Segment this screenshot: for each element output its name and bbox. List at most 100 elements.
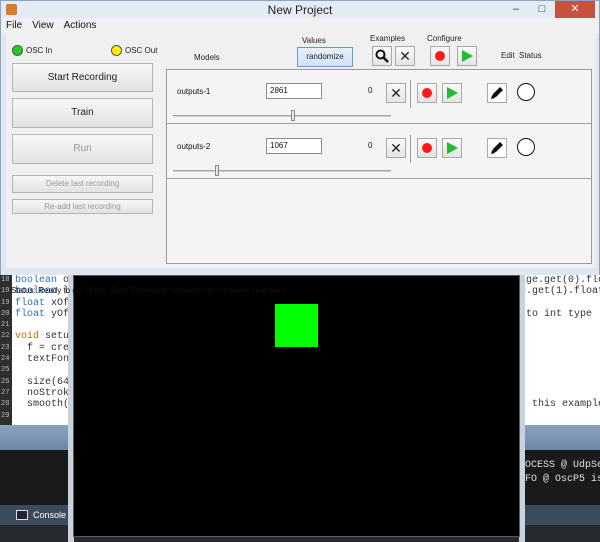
- record-model-button[interactable]: [417, 138, 437, 158]
- tab-console[interactable]: Console: [12, 507, 72, 523]
- code-line: e.get(1).floatV: [520, 286, 600, 298]
- readd-last-recording-button[interactable]: Re-add last recording: [12, 199, 153, 214]
- status-header: Status: [519, 51, 542, 60]
- close-icon: ✕: [399, 48, 411, 64]
- line-number: 29: [1, 411, 10, 420]
- row-divider: [410, 135, 411, 163]
- line-number-gutter: 18 19 19 20 21 22 23 24 25 26 27 28 29: [0, 275, 12, 425]
- model-value-field[interactable]: 2861: [266, 83, 322, 99]
- line-number: 27: [1, 388, 10, 397]
- model-example-count: 0: [368, 86, 373, 95]
- code-line: age.get(0).float: [520, 275, 600, 286]
- model-row: outputs-2 1067 0 ✕: [167, 125, 591, 179]
- model-value-slider-thumb[interactable]: [290, 110, 295, 121]
- record-icon: [422, 143, 432, 153]
- values-header: Values: [302, 36, 326, 45]
- line-number: 25: [1, 366, 10, 375]
- line-number: 26: [1, 377, 10, 386]
- close-button[interactable]: ✕: [555, 1, 595, 18]
- models-list: outputs-1 2861 0 ✕ outputs-2 1067 0 ✕: [166, 69, 592, 264]
- model-value-slider-thumb[interactable]: [214, 165, 219, 176]
- osc-in-indicator: OSC In: [12, 45, 52, 56]
- model-name: outputs-1: [177, 87, 211, 96]
- examples-header: Examples: [370, 34, 406, 43]
- menu-view[interactable]: View: [27, 18, 59, 33]
- close-icon: ✕: [390, 85, 402, 101]
- model-name: outputs-2: [177, 142, 211, 151]
- menu-file[interactable]: File: [1, 18, 27, 33]
- start-recording-button[interactable]: Start Recording: [12, 63, 153, 92]
- osc-out-label: OSC Out: [125, 46, 158, 55]
- osc-in-light-icon: [12, 45, 23, 56]
- delete-last-recording-button[interactable]: Delete last recording: [12, 175, 153, 193]
- edit-header: Edit: [501, 51, 515, 60]
- osc-in-label: OSC In: [26, 46, 53, 55]
- delete-model-examples-button[interactable]: ✕: [386, 138, 406, 158]
- code-line: r this example: [520, 399, 600, 411]
- green-square[interactable]: [275, 304, 318, 347]
- configure-header: Configure: [427, 34, 462, 43]
- line-number: 28: [1, 400, 10, 409]
- line-number: 20: [1, 309, 10, 318]
- minimize-button[interactable]: –: [503, 1, 529, 18]
- code-right-column: age.get(0).floate.get(1).floatV to int t…: [520, 275, 600, 411]
- console-line: OCESS @ UdpServe: [525, 460, 600, 471]
- delete-model-examples-button[interactable]: ✕: [386, 83, 406, 103]
- line-number: 21: [1, 321, 10, 330]
- window-bottom-border: [1, 268, 599, 275]
- model-value-slider[interactable]: [173, 115, 391, 117]
- record-icon: [435, 51, 445, 61]
- wekinator-window: New Project – □ ✕ File View Actions OSC …: [0, 0, 600, 295]
- play-icon: [446, 142, 458, 154]
- osc-out-light-icon: [111, 45, 122, 56]
- model-row: outputs-1 2861 0 ✕: [167, 70, 591, 124]
- search-icon: [375, 49, 389, 63]
- record-icon: [422, 88, 432, 98]
- line-number: 23: [1, 343, 10, 352]
- line-number: 24: [1, 355, 10, 364]
- pencil-icon: [491, 142, 503, 154]
- model-status-indicator: [517, 83, 535, 101]
- edit-model-button[interactable]: [487, 83, 507, 103]
- play-all-button[interactable]: [457, 46, 477, 66]
- line-number: 19: [1, 298, 10, 307]
- play-model-button[interactable]: [442, 138, 462, 158]
- play-icon: [461, 50, 473, 62]
- search-examples-button[interactable]: [372, 46, 392, 66]
- edit-model-button[interactable]: [487, 138, 507, 158]
- pencil-icon: [491, 87, 503, 99]
- main-panel: OSC In OSC Out Start Recording Train Run…: [6, 33, 596, 295]
- record-all-button[interactable]: [430, 46, 450, 66]
- close-icon: ✕: [390, 140, 402, 156]
- row-divider: [410, 80, 411, 108]
- console-icon: [16, 510, 28, 520]
- model-status-indicator: [517, 138, 535, 156]
- train-button[interactable]: Train: [12, 98, 153, 128]
- status-message: Status: Ready to go! Press "Start Record…: [11, 286, 288, 295]
- maximize-button[interactable]: □: [529, 1, 555, 18]
- title-bar[interactable]: New Project – □ ✕: [1, 1, 599, 18]
- line-number: 22: [1, 332, 10, 341]
- models-header: Models: [194, 53, 220, 62]
- model-example-count: 0: [368, 141, 373, 150]
- menu-actions[interactable]: Actions: [59, 18, 102, 33]
- record-model-button[interactable]: [417, 83, 437, 103]
- console-line: FO @ OscP5 is ru: [525, 474, 600, 485]
- model-value-slider[interactable]: [173, 170, 391, 172]
- osc-out-indicator: OSC Out: [111, 45, 157, 56]
- model-value-field[interactable]: 1067: [266, 138, 322, 154]
- randomize-button[interactable]: randomize: [297, 47, 353, 67]
- play-model-button[interactable]: [442, 83, 462, 103]
- run-button[interactable]: Run: [12, 134, 153, 164]
- sketch-canvas[interactable]: [73, 275, 520, 537]
- delete-all-examples-button[interactable]: ✕: [395, 46, 415, 66]
- play-icon: [446, 87, 458, 99]
- tab-console-label: Console: [33, 510, 67, 520]
